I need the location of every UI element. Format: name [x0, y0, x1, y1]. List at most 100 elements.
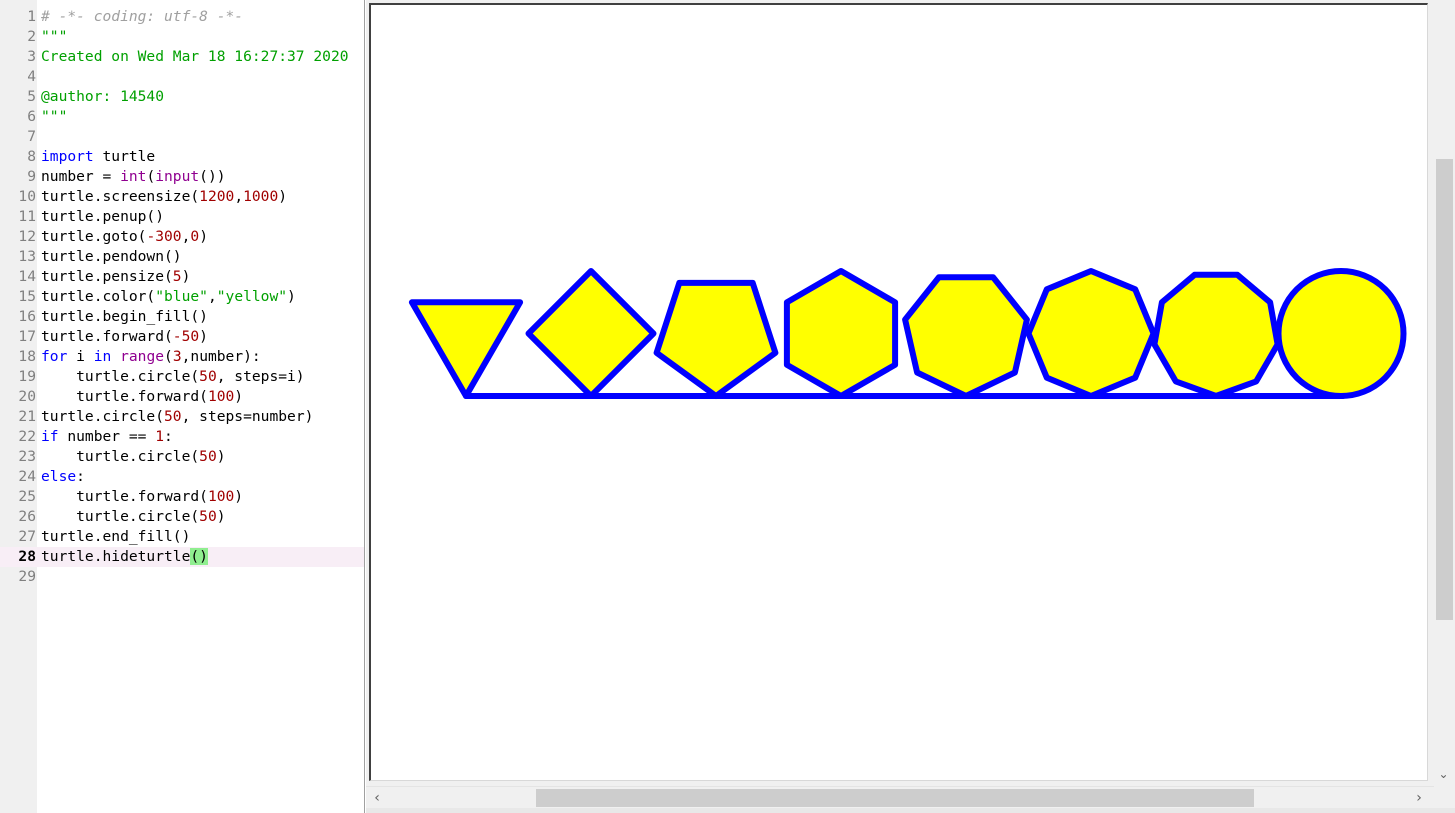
code-line[interactable]: 2 """	[0, 27, 364, 47]
code-line[interactable]: 23 turtle.circle(50)	[0, 447, 364, 467]
line-number: 24	[18, 468, 36, 485]
code-token: turtle.circle(	[41, 508, 200, 525]
code-line[interactable]: 29	[0, 567, 364, 587]
code-line[interactable]: 4	[0, 67, 364, 87]
turtle-graphics-window: ⌄ ‹ ›	[366, 0, 1455, 813]
code-token: )	[216, 508, 226, 525]
code-token: )	[199, 228, 208, 245]
code-text: turtle.pensize(5)	[41, 267, 190, 287]
code-text: turtle.circle(50)	[41, 447, 225, 467]
code-token: 3	[172, 348, 182, 365]
code-token: -300	[146, 228, 182, 245]
code-token: for	[41, 348, 68, 365]
line-number: 16	[18, 308, 36, 325]
code-editor[interactable]: 1 # -*- coding: utf-8 -*- 2 """ 3 Created on …	[0, 0, 365, 813]
code-line[interactable]: 27 turtle.end_fill()	[0, 527, 364, 547]
code-line[interactable]: 24 else:	[0, 467, 364, 487]
code-text: number = int(input())	[41, 167, 226, 187]
code-line[interactable]: 3 Created on Wed Mar 18 16:27:37 2020	[0, 47, 364, 67]
code-token: "yellow"	[216, 288, 288, 305]
heptagon-shape	[902, 274, 1030, 399]
line-number: 13	[18, 248, 36, 265]
horizontal-scrollbar[interactable]: ‹ ›	[366, 786, 1434, 808]
code-token: i	[67, 348, 94, 365]
code-text: """	[41, 27, 67, 47]
code-token: 50	[199, 448, 217, 465]
line-number: 21	[18, 408, 36, 425]
code-line[interactable]: 26 turtle.circle(50)	[0, 507, 364, 527]
code-token: 1000	[243, 188, 279, 205]
code-line[interactable]: 16 turtle.begin_fill()	[0, 307, 364, 327]
line-number: 29	[18, 568, 36, 585]
line-number: 7	[27, 128, 36, 145]
code-token: number ==	[58, 428, 156, 445]
code-token: turtle.circle(	[41, 368, 200, 385]
code-line[interactable]: 25 turtle.forward(100)	[0, 487, 364, 507]
code-line[interactable]: 20 turtle.forward(100)	[0, 387, 364, 407]
code-token: turtle.forward(	[41, 388, 208, 405]
code-line[interactable]: 11 turtle.penup()	[0, 207, 364, 227]
scroll-left-arrow-icon[interactable]: ‹	[366, 787, 388, 809]
code-token: , steps=number)	[181, 408, 314, 425]
code-text: """	[41, 107, 67, 127]
code-line[interactable]: 1 # -*- coding: utf-8 -*-	[0, 7, 364, 27]
code-token: 5	[172, 268, 182, 285]
code-token: (	[146, 168, 156, 185]
nonagon-shape	[1151, 271, 1281, 399]
code-text: @author: 14540	[41, 87, 164, 107]
code-line[interactable]: 6 """	[0, 107, 364, 127]
code-token: if	[41, 428, 59, 445]
code-token: 100	[207, 488, 235, 505]
code-line[interactable]: 14 turtle.pensize(5)	[0, 267, 364, 287]
code-token: (	[164, 348, 173, 365]
window-bottom-edge	[366, 808, 1455, 813]
code-text: turtle.forward(-50)	[41, 327, 208, 347]
code-line[interactable]: 10 turtle.screensize(1200,1000)	[0, 187, 364, 207]
code-line[interactable]: 9 number = int(input())	[0, 167, 364, 187]
code-token: , steps=i)	[216, 368, 305, 385]
line-number: 6	[27, 108, 36, 125]
vertical-scrollbar[interactable]: ⌄	[1432, 0, 1455, 786]
line-number: 9	[27, 168, 36, 185]
vertical-scroll-thumb[interactable]	[1436, 159, 1453, 620]
code-token: else	[41, 468, 77, 485]
code-text: turtle.pendown()	[41, 247, 182, 267]
code-line[interactable]: 19 turtle.circle(50, steps=i)	[0, 367, 364, 387]
code-line[interactable]: 21 turtle.circle(50, steps=number)	[0, 407, 364, 427]
code-text: turtle.forward(100)	[41, 487, 243, 507]
code-line[interactable]: 5 @author: 14540	[0, 87, 364, 107]
code-token: turtle.begin_fill()	[41, 308, 208, 325]
horizontal-scroll-thumb[interactable]	[536, 789, 1254, 807]
code-line[interactable]: 12 turtle.goto(-300,0)	[0, 227, 364, 247]
line-number: 22	[18, 428, 36, 445]
turtle-canvas[interactable]	[369, 3, 1428, 781]
code-line[interactable]: 28 turtle.hideturtle()	[0, 547, 364, 567]
code-token: in	[93, 348, 112, 365]
code-line[interactable]: 15 turtle.color("blue","yellow")	[0, 287, 364, 307]
circle-shape	[1275, 268, 1407, 399]
code-token: Created on Wed Mar 18 16:27:37 2020	[41, 48, 349, 65]
code-line[interactable]: 7	[0, 127, 364, 147]
code-token: input	[155, 168, 200, 185]
code-line[interactable]: 8 import turtle	[0, 147, 364, 167]
code-line[interactable]: 17 turtle.forward(-50)	[0, 327, 364, 347]
code-line[interactable]: 22 if number == 1:	[0, 427, 364, 447]
code-token: :	[76, 468, 85, 485]
code-line[interactable]: 18 for i in range(3,number):	[0, 347, 364, 367]
code-token: turtle.screensize(	[41, 188, 200, 205]
scroll-right-arrow-icon[interactable]: ›	[1408, 787, 1430, 809]
code-token: ,	[207, 288, 217, 305]
code-text: turtle.hideturtle()	[41, 547, 208, 567]
code-lines[interactable]: 1 # -*- coding: utf-8 -*- 2 """ 3 Created on …	[0, 7, 364, 587]
line-number: 11	[18, 208, 36, 225]
code-token: )	[287, 288, 296, 305]
line-number: 3	[27, 48, 36, 65]
code-token: 50	[199, 368, 217, 385]
code-line[interactable]: 13 turtle.pendown()	[0, 247, 364, 267]
octagon-shape	[1025, 268, 1157, 399]
code-text: for i in range(3,number):	[41, 347, 261, 367]
code-text: Created on Wed Mar 18 16:27:37 2020	[41, 47, 349, 67]
line-number: 12	[18, 228, 36, 245]
scroll-down-arrow-icon[interactable]: ⌄	[1432, 764, 1455, 784]
